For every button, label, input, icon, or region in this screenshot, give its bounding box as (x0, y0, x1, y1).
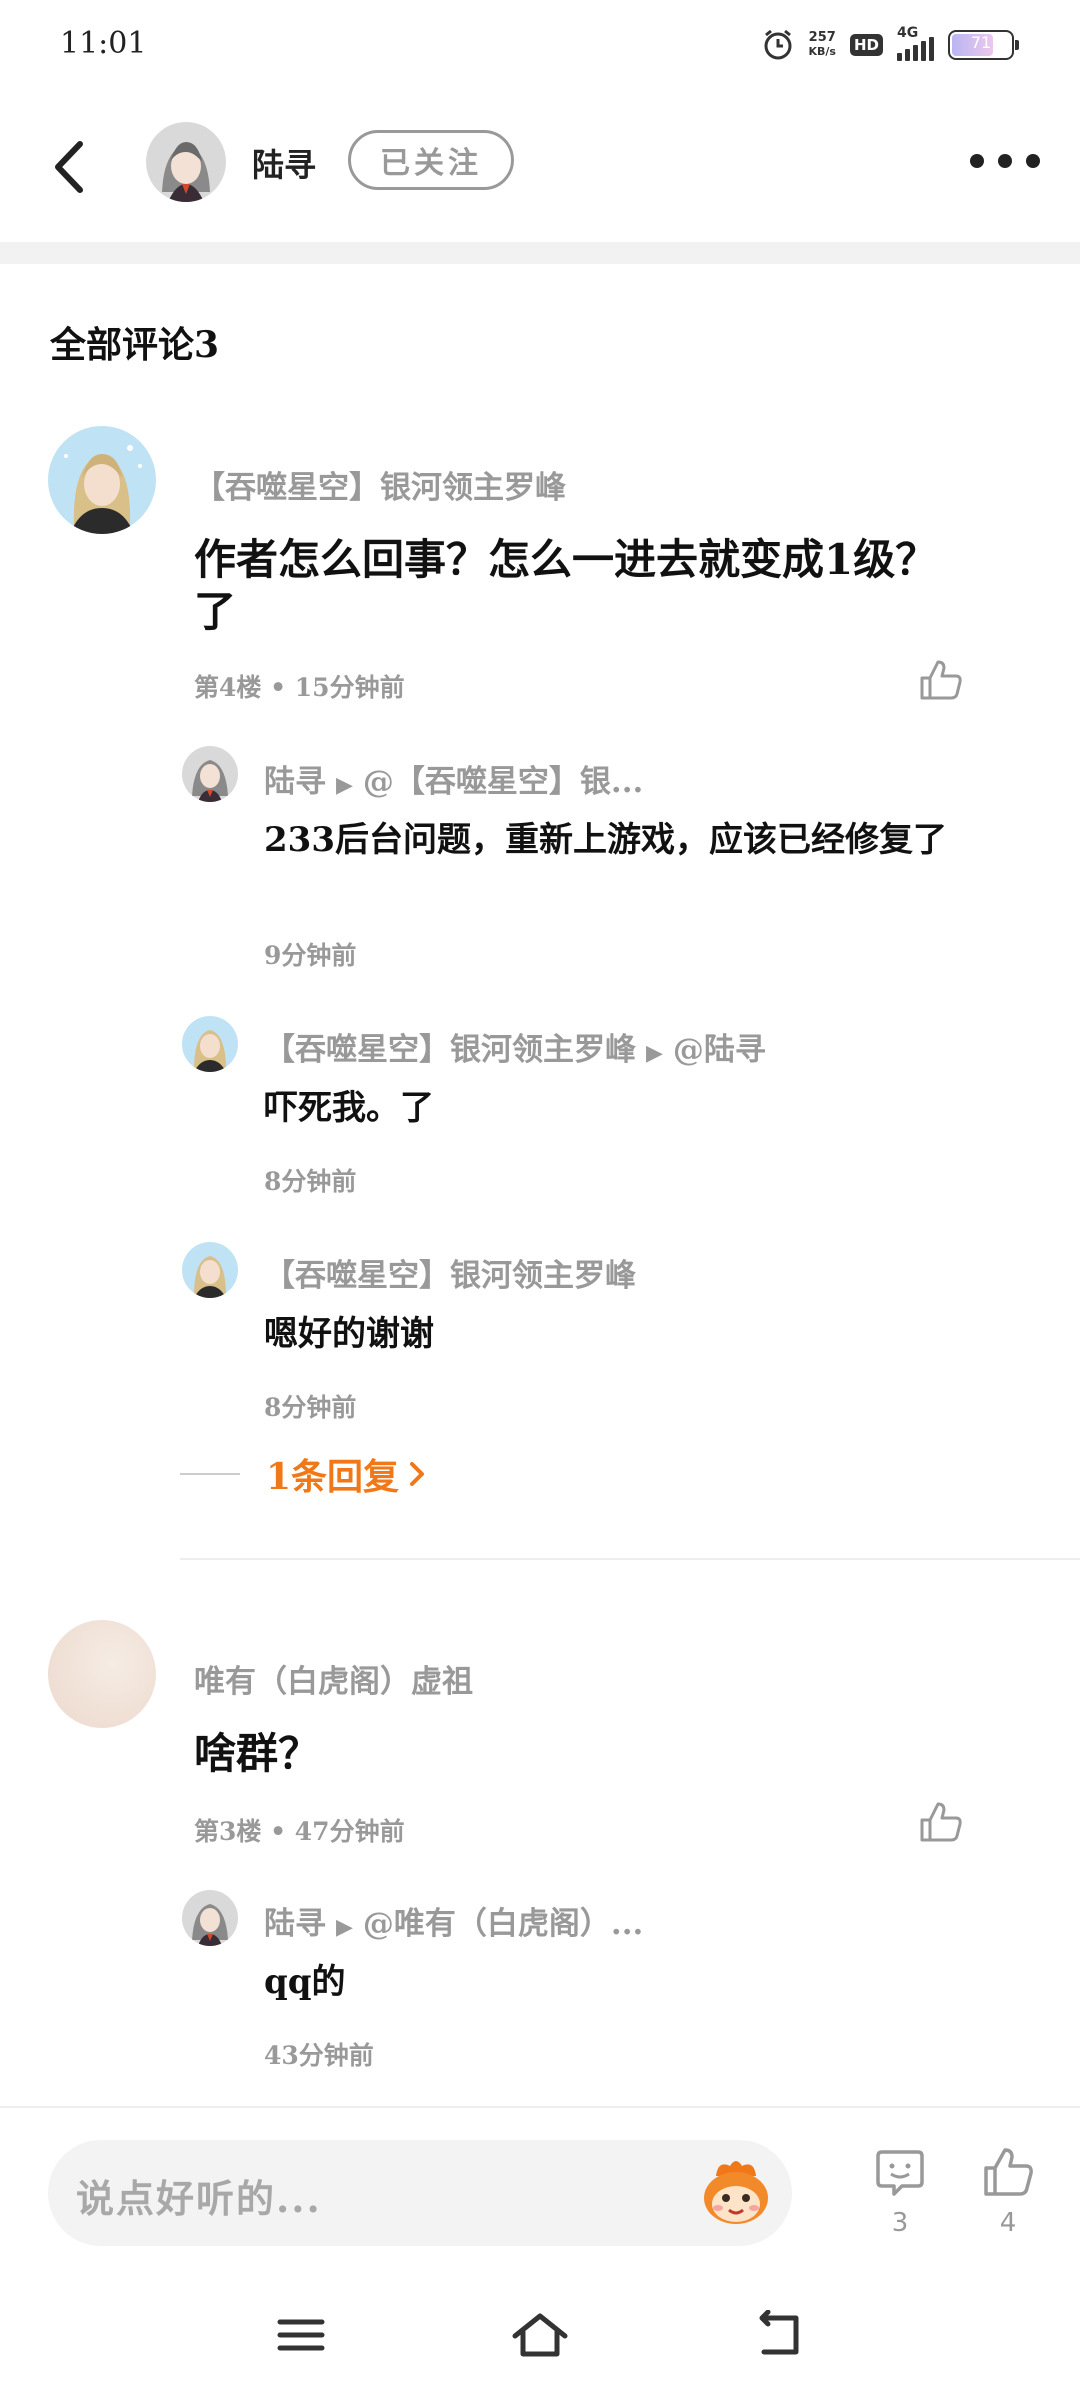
reply-text[interactable]: 233后台问题，重新上游戏，应该已经修复了 (264, 818, 1014, 862)
comment-author[interactable]: 唯有（白虎阁）虚祖 (194, 1656, 473, 1701)
reply-avatar[interactable] (182, 1242, 238, 1298)
comment-text[interactable]: 作者怎么回事？怎么一进去就变成1级？了 (194, 534, 954, 638)
thumbs-up-icon[interactable] (918, 1800, 964, 1844)
comment-input-placeholder: 说点好听的... (76, 2176, 322, 2221)
reply-author[interactable]: 陆寻 (264, 1906, 326, 1942)
comment-divider (180, 1558, 1080, 1560)
reply-target[interactable]: @陆寻 (673, 1032, 766, 1068)
more-replies-label[interactable]: 1条回复 (266, 1448, 399, 1500)
reply-author[interactable]: 【吞噬星空】银河领主罗峰 (264, 1258, 636, 1294)
like-count-button[interactable]: 4 (978, 2144, 1038, 2238)
comment-input[interactable]: 说点好听的... (48, 2140, 792, 2246)
system-nav-bar (0, 2266, 1080, 2404)
bottom-input-bar: 说点好听的... 3 4 (0, 2106, 1080, 2266)
more-dots-icon[interactable] (970, 146, 1040, 176)
reply-time: 43分钟前 (264, 2041, 374, 2070)
status-icons: 257 KB/s HD 4G 71 (761, 25, 1019, 62)
reply-text[interactable]: 吓死我。了 (264, 1086, 1014, 1130)
commenter-avatar[interactable] (48, 1620, 156, 1728)
like-count: 4 (999, 2208, 1017, 2238)
comment-count: 3 (891, 2208, 909, 2238)
reply-author-line: 【吞噬星空】银河领主罗峰 ▶ @陆寻 (264, 1024, 766, 1069)
commenter-avatar[interactable] (48, 426, 156, 534)
comment-count-button[interactable]: 3 (870, 2144, 930, 2238)
reply-text[interactable]: qq的 (264, 1960, 1014, 2004)
battery-icon: 71 (948, 30, 1019, 60)
reply-text[interactable]: 嗯好的谢谢 (264, 1312, 1014, 1356)
author-avatar[interactable] (146, 122, 226, 202)
thumbs-up-icon[interactable] (918, 658, 964, 702)
follow-button[interactable]: 已关注 (348, 130, 514, 190)
author-name[interactable]: 陆寻 (252, 140, 316, 186)
reply-time: 9分钟前 (264, 941, 357, 970)
network-speed: 257 KB/s (808, 30, 836, 59)
reply-target[interactable]: @唯有（白虎阁）... (363, 1906, 643, 1942)
reply-author[interactable]: 【吞噬星空】银河领主罗峰 (264, 1032, 636, 1068)
thumbs-up-icon (984, 2148, 1033, 2196)
comment-floor-time: 第3楼 • 47分钟前 (194, 1817, 405, 1846)
reply-author[interactable]: 陆寻 (264, 764, 326, 800)
chevron-right-icon (410, 1462, 425, 1486)
status-time: 11:01 (60, 26, 147, 61)
reply-time: 8分钟前 (264, 1393, 357, 1422)
status-bar: 11:01 257 KB/s HD 4G 71 (0, 0, 1080, 92)
comment-floor-time: 第4楼 • 15分钟前 (194, 673, 405, 702)
menu-icon[interactable] (270, 2310, 332, 2360)
comment-bubble-icon (876, 2150, 924, 2196)
network-type: 4G (897, 25, 919, 41)
reply-author-line: 陆寻 ▶ @【吞噬星空】银... (264, 756, 643, 801)
more-replies-link[interactable]: 1条回复 (180, 1448, 427, 1500)
more-replies-line (180, 1473, 240, 1475)
reply-author-line: 【吞噬星空】银河领主罗峰 (264, 1250, 636, 1295)
reply-avatar[interactable] (182, 1890, 238, 1946)
reply-avatar[interactable] (182, 746, 238, 802)
back-nav-icon[interactable] (748, 2310, 810, 2360)
home-icon[interactable] (509, 2310, 571, 2360)
reply-arrow-icon: ▶ (336, 772, 353, 798)
reply-time: 8分钟前 (264, 1167, 357, 1196)
reply-avatar[interactable] (182, 1016, 238, 1072)
section-divider (0, 242, 1080, 264)
reply-arrow-icon: ▶ (336, 1914, 353, 1940)
battery-percent: 71 (970, 33, 992, 52)
comment-text[interactable]: 啥群？ (194, 1728, 954, 1780)
reply-arrow-icon: ▶ (646, 1040, 663, 1066)
reply-target[interactable]: @【吞噬星空】银... (363, 764, 643, 800)
alarm-icon (764, 29, 791, 60)
comment-author[interactable]: 【吞噬星空】银河领主罗峰 (194, 462, 566, 507)
reply-author-line: 陆寻 ▶ @唯有（白虎阁）... (264, 1898, 643, 1943)
top-header: 陆寻 已关注 (0, 92, 1080, 242)
comments-title: 全部评论3 (50, 324, 220, 366)
sticker-icon[interactable] (696, 2154, 776, 2230)
back-arrow-icon[interactable] (46, 136, 96, 198)
signal-icon: 4G (897, 25, 934, 61)
hd-badge: HD (849, 34, 883, 56)
